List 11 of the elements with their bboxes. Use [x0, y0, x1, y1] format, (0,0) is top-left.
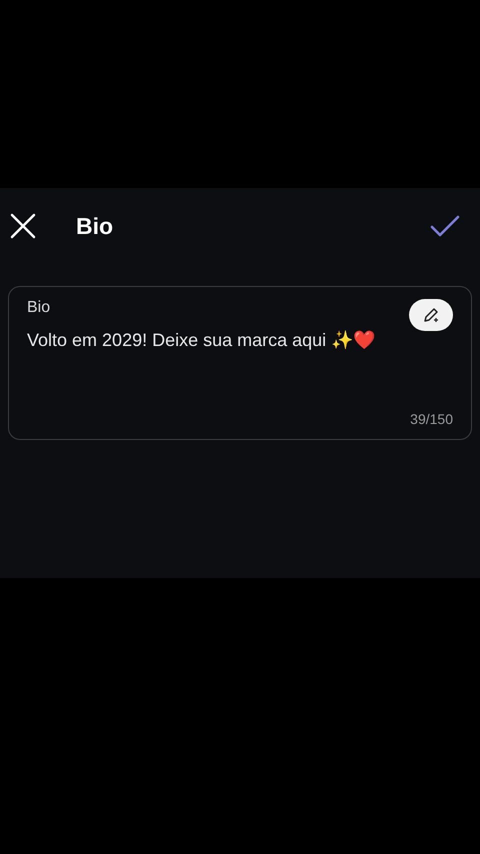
header-title: Bio	[76, 212, 114, 240]
field-label: Bio	[27, 299, 50, 317]
edit-button[interactable]	[409, 299, 453, 331]
pencil-icon	[422, 306, 440, 324]
bio-text: Volto em 2029! Deixe sua marca aqui ✨❤	[27, 329, 376, 351]
bio-field[interactable]: Bio Volto em 2029! Deixe sua marca aqui ✨❤ 39/150	[8, 286, 472, 440]
character-counter: 39/150	[410, 411, 453, 427]
close-button[interactable]	[10, 213, 36, 239]
check-icon	[430, 215, 460, 237]
save-button[interactable]	[430, 215, 460, 237]
close-icon	[10, 213, 36, 239]
